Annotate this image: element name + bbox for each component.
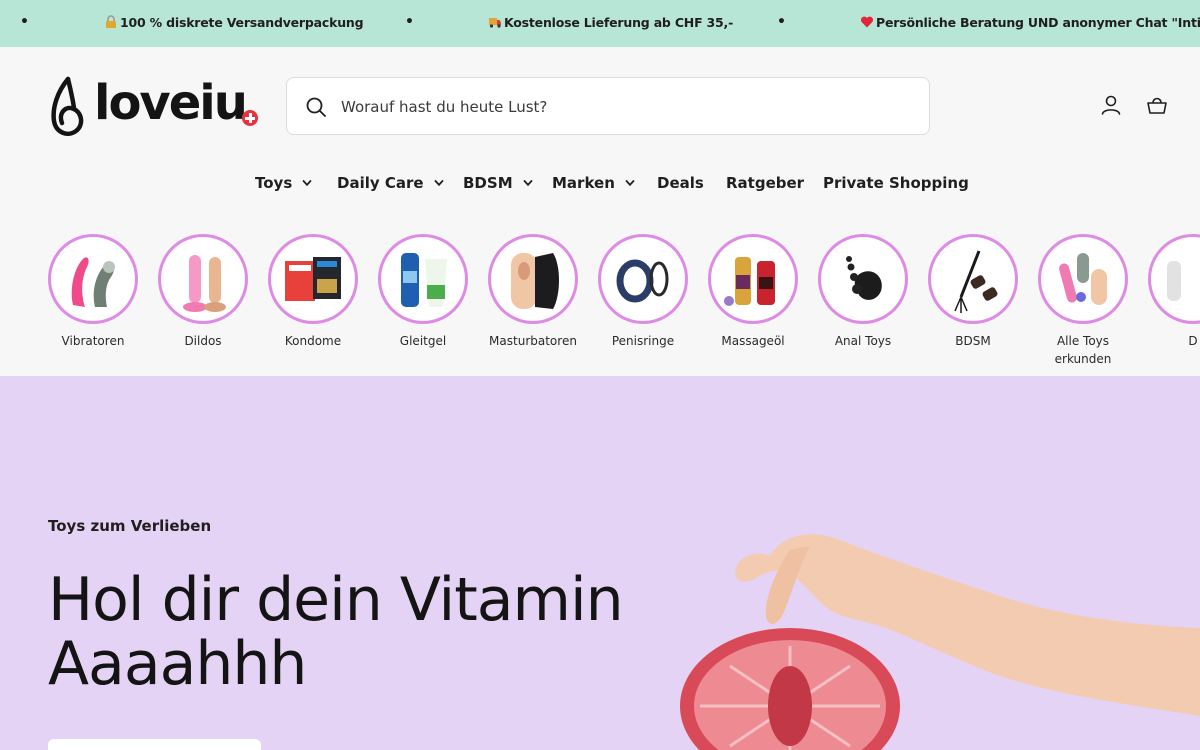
- nav-item-label: BDSM: [463, 174, 513, 192]
- heart-icon: [860, 16, 874, 28]
- hero-cta-button[interactable]: [48, 739, 261, 750]
- category-image: [378, 234, 468, 324]
- chevron-down-icon: [302, 180, 312, 187]
- announcement-text: Kostenlose Lieferung ab CHF 35,-: [504, 15, 734, 30]
- category-label: Gleitgel: [399, 334, 447, 348]
- site-header: loveiu Toys Daily Care BDSM Marken Deals…: [0, 47, 1200, 376]
- nav-item-bdsm[interactable]: BDSM: [463, 174, 533, 192]
- bdsm-icon: [954, 250, 998, 313]
- announcement-item: Persönliche Beratung UND anonymer Chat "…: [860, 15, 1200, 30]
- announcement-item: 100 % diskrete Versandverpackung: [104, 15, 364, 30]
- hero-banner: Toys zum Verlieben Hol dir dein Vitamin …: [0, 376, 1200, 750]
- category-image: [268, 234, 358, 324]
- category-image: [598, 234, 688, 324]
- announcement-bullet: •: [405, 14, 414, 30]
- category-image: [488, 234, 578, 324]
- search-bar[interactable]: [286, 77, 930, 135]
- dildo-icon: [183, 255, 226, 312]
- more-icon: [1167, 261, 1181, 301]
- category-label: D: [1188, 334, 1198, 348]
- vibrator-icon: [71, 257, 115, 307]
- hero-image: [680, 534, 1200, 750]
- category-image: [158, 234, 248, 324]
- nav-item-label: Ratgeber: [726, 174, 805, 192]
- logo-text: loveiu: [94, 75, 248, 131]
- cart-icon[interactable]: [1145, 93, 1169, 117]
- logo[interactable]: loveiu: [48, 73, 260, 139]
- nav-item-label: Marken: [552, 174, 615, 192]
- nav-item-label: Private Shopping: [823, 174, 969, 192]
- announcement-bullet: •: [777, 14, 786, 30]
- chevron-down-icon: [523, 180, 533, 187]
- lube-icon: [401, 253, 447, 307]
- category-label: Masturbatoren: [489, 334, 577, 348]
- category-label: Penisringe: [611, 334, 675, 348]
- user-icon[interactable]: [1099, 93, 1123, 117]
- logo-mark-icon: [51, 76, 84, 136]
- search-icon[interactable]: [305, 96, 327, 118]
- nav-item-label: Deals: [657, 174, 704, 192]
- nav-item-marken[interactable]: Marken: [552, 174, 635, 192]
- lock-icon: [106, 15, 116, 28]
- category-label: Alle Toys erkunden: [1054, 334, 1112, 366]
- main-nav: Toys Daily Care BDSM Marken Deals Ratgeb…: [0, 174, 1200, 198]
- category-image: [1038, 234, 1128, 324]
- swiss-cross-icon: [242, 110, 258, 126]
- truck-icon: [489, 18, 501, 28]
- category-label: BDSM: [955, 334, 991, 348]
- category-label: Vibratoren: [61, 334, 125, 348]
- chevron-down-icon: [625, 180, 635, 187]
- announcement-item: Kostenlose Lieferung ab CHF 35,-: [488, 15, 733, 30]
- category-image: [48, 234, 138, 324]
- hero-eyebrow: Toys zum Verlieben: [48, 517, 212, 535]
- nav-item-label: Daily Care: [337, 174, 424, 192]
- nav-item-deals[interactable]: Deals: [657, 174, 704, 192]
- nav-item-ratgeber[interactable]: Ratgeber: [726, 174, 804, 192]
- announcement-text: Persönliche Beratung UND anonymer Chat "…: [876, 15, 1200, 30]
- penis-ring-icon: [616, 259, 669, 303]
- nav-item-toys[interactable]: Toys: [255, 174, 312, 192]
- all-toys-icon: [1059, 253, 1107, 305]
- anal-toy-icon: [846, 256, 882, 300]
- condom-icon: [285, 257, 341, 301]
- category-label: Massageöl: [721, 334, 785, 348]
- search-input[interactable]: [341, 94, 901, 120]
- category-image: [928, 234, 1018, 324]
- announcement-text: 100 % diskrete Versandverpackung: [120, 15, 364, 30]
- category-label: Kondome: [284, 334, 342, 348]
- chevron-down-icon: [434, 180, 443, 187]
- category-carousel: Vibratoren Dildos Kondome Gleitgel Mastu…: [0, 234, 1200, 376]
- category-image: [818, 234, 908, 324]
- nav-item-daily-care[interactable]: Daily Care: [337, 174, 444, 192]
- massage-oil-icon: [724, 257, 775, 306]
- announcement-bar: • 100 % diskrete Versandverpackung • Kos…: [0, 0, 1200, 47]
- category-label: Dildos: [184, 334, 222, 348]
- masturbator-icon: [511, 253, 559, 309]
- category-image: [708, 234, 798, 324]
- announcement-bullet: •: [20, 14, 29, 30]
- category-image: [1148, 234, 1200, 324]
- category-label: Anal Toys: [834, 334, 892, 348]
- nav-item-private-shopping[interactable]: Private Shopping: [823, 174, 969, 192]
- nav-item-label: Toys: [255, 174, 293, 192]
